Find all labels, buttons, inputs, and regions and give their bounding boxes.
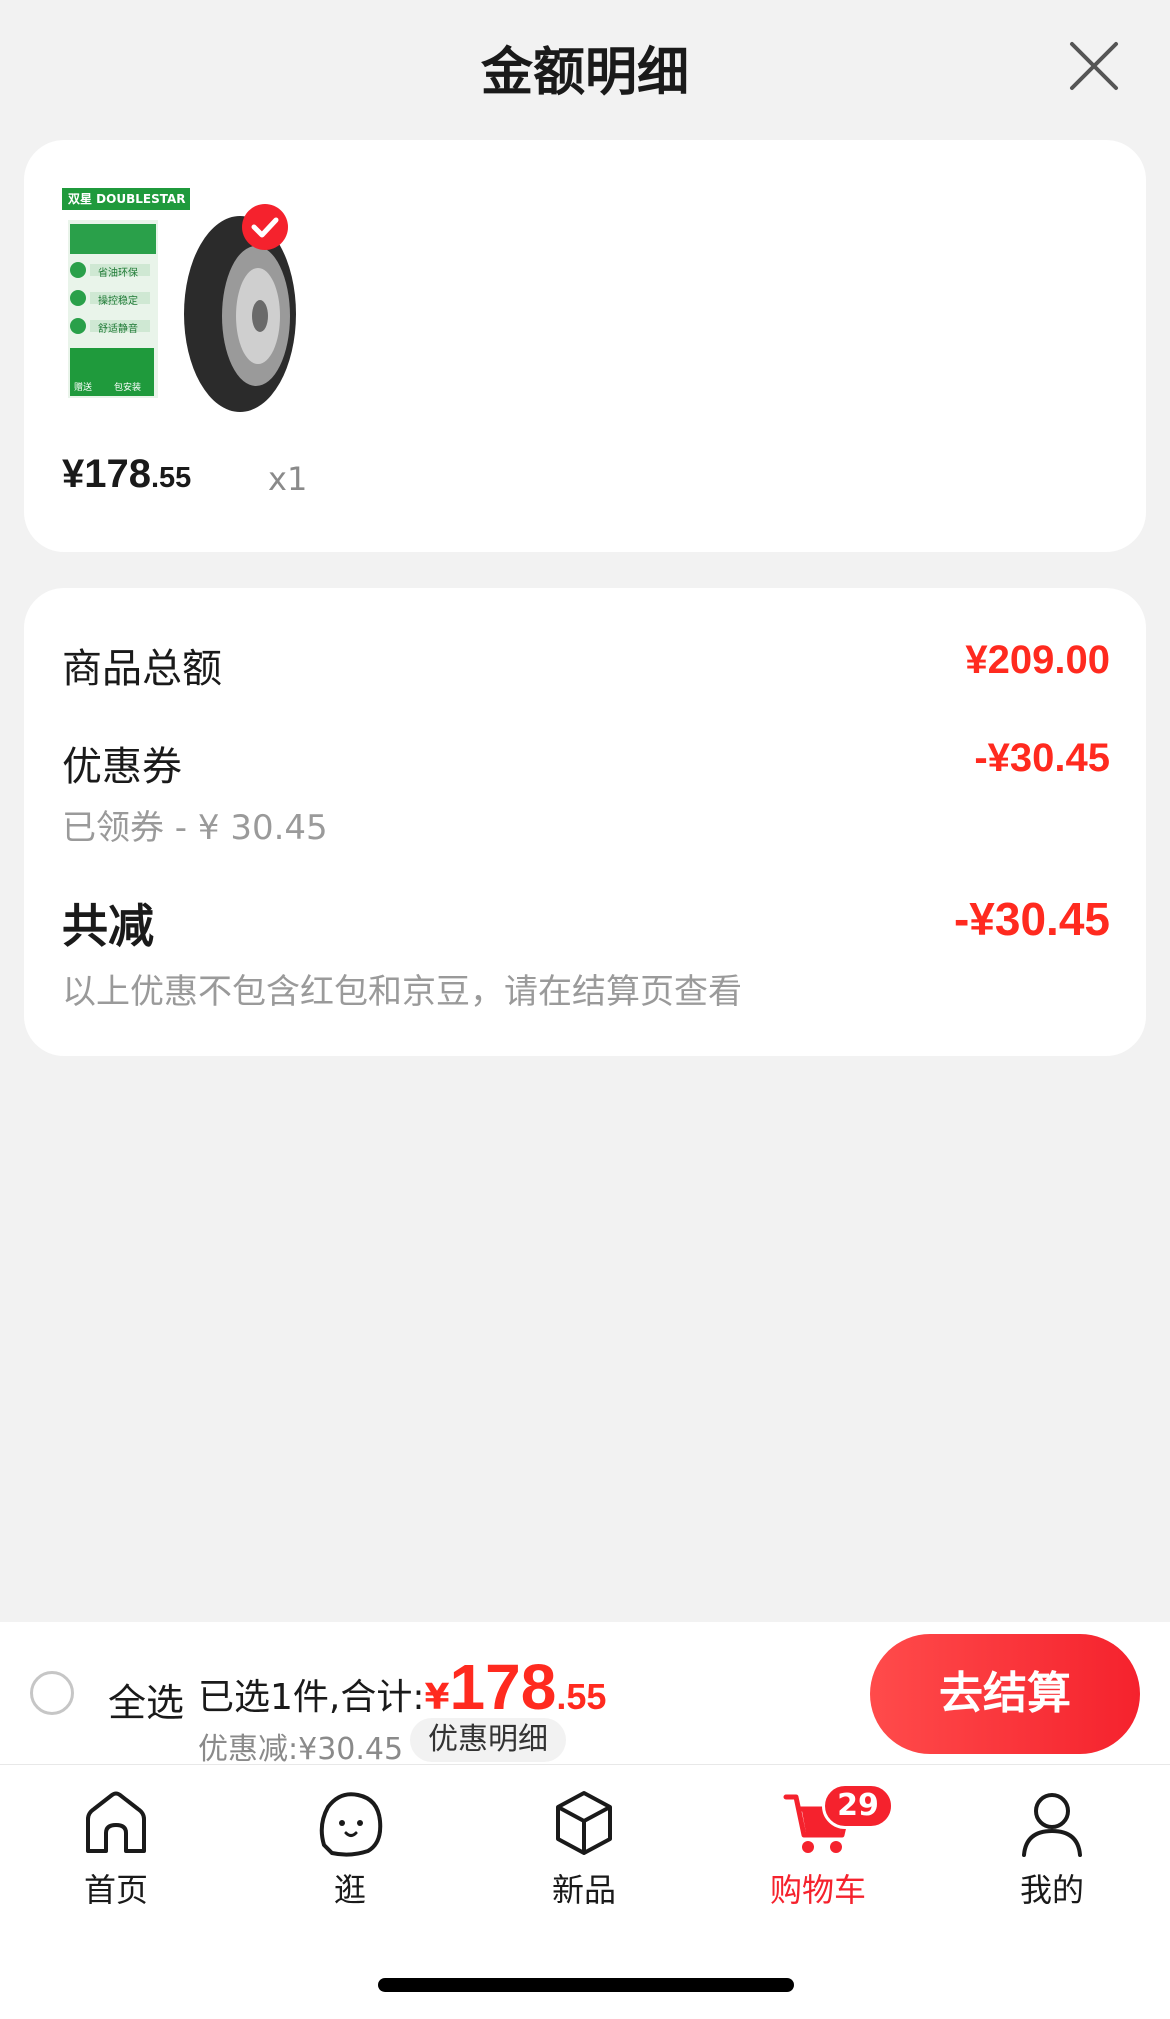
check-icon [242,204,288,250]
home-icon [86,1791,146,1853]
total-currency: ¥ [424,1677,450,1718]
checkout-bar: 全选 已选1件,合计:¥178.55 优惠减:¥30.45 优惠明细 去结算 [0,1622,1170,1767]
tab-label: 首页 [83,1871,148,1909]
brand-label: 双星 DOUBLESTAR [68,192,186,206]
item-price: ¥178.55 [62,452,191,497]
selected-count-text: 已选1件,合计: [198,1677,425,1718]
select-all-label[interactable]: 全选 [108,1672,184,1727]
coupon-label: 优惠券 [62,744,182,790]
tab-browse[interactable]: 逛 [270,1785,430,1911]
user-icon [1022,1793,1082,1857]
feature-label: 赠送 [74,383,93,393]
cart-count-badge: 29 [822,1783,894,1829]
tab-label: 逛 [333,1871,366,1909]
checkout-button[interactable]: 去结算 [870,1634,1140,1754]
total-off-value: -¥30.45 [953,893,1110,945]
sheet-title: 金额明细 [480,43,689,103]
goods-total-label: 商品总额 [62,646,222,692]
discount-detail-button[interactable]: 优惠明细 [410,1718,566,1762]
goods-total-value: ¥209.00 [965,638,1110,682]
feature-label: 舒适静音 [98,324,138,335]
feature-label: 包安装 [114,383,142,393]
discount-text: 优惠减:¥30.45 [198,1732,404,1767]
total-off-label: 共减 [62,899,154,953]
tab-cart[interactable]: 29 购物车 [738,1783,898,1911]
item-quantity: x1 [268,460,308,498]
amount-breakdown-card: 商品总额 ¥209.00 优惠券 -¥30.45 已领券 - ¥ 30.45 共… [24,588,1146,1056]
product-card: 双星 DOUBLESTAR 省油环保 操控稳定 舒适静音 赠送 包安装 ¥178… [24,140,1146,552]
tab-mine[interactable]: 我的 [972,1785,1132,1911]
close-icon[interactable] [1064,36,1124,96]
discount-note: 以上优惠不包含红包和京豆，请在结算页查看 [62,972,742,1012]
face-icon [319,1792,383,1857]
box-icon [556,1791,612,1855]
tab-label: 购物车 [769,1871,866,1909]
home-indicator[interactable] [378,1978,794,1992]
feature-label: 操控稳定 [98,296,138,307]
item-price-int: ¥178 [62,452,151,496]
tab-new[interactable]: 新品 [504,1785,664,1911]
tab-home[interactable]: 首页 [36,1785,196,1911]
select-all-radio[interactable] [30,1671,74,1715]
total-summary: 已选1件,合计:¥178.55 [198,1650,606,1724]
tab-label: 我的 [1019,1871,1084,1909]
total-int: 178 [449,1651,557,1723]
total-dec: .55 [556,1676,607,1717]
coupon-subtext: 已领券 - ¥ 30.45 [62,808,328,848]
feature-label: 省油环保 [98,268,138,279]
coupon-value: -¥30.45 [974,736,1110,780]
amount-detail-sheet: 金额明细 双星 DOUBLESTAR 省油环保 操控稳定 舒适静音 赠送 包安装… [0,0,1170,1622]
item-price-dec: .55 [150,462,192,494]
tab-label: 新品 [551,1871,616,1909]
